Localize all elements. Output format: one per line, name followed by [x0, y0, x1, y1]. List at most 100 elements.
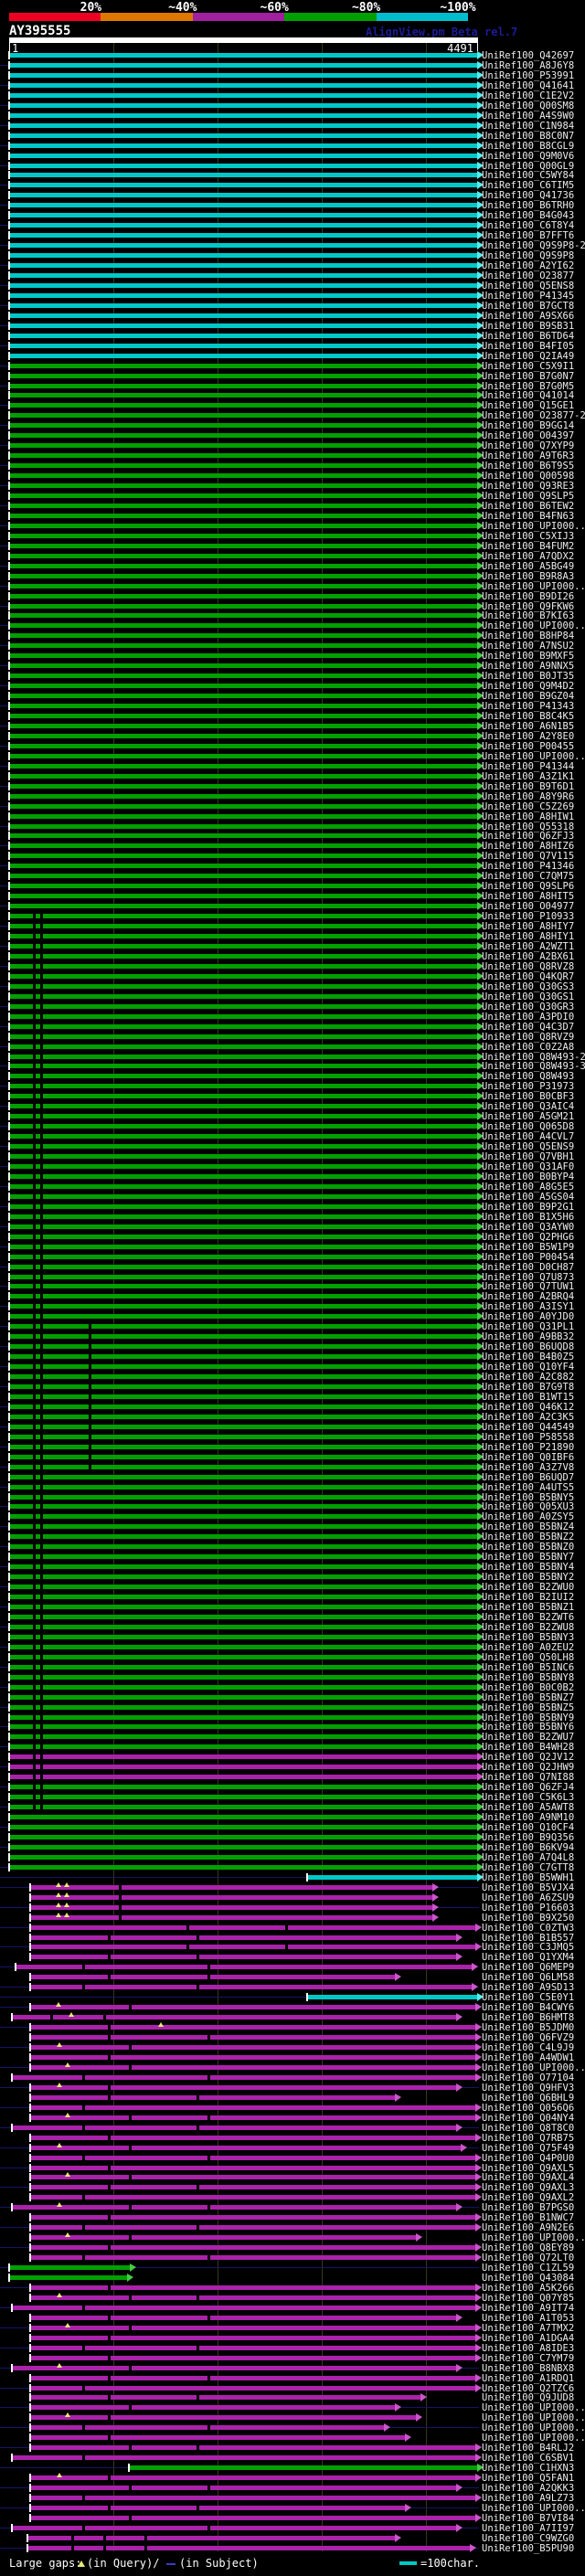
alignment-bar[interactable]	[9, 493, 477, 499]
alignment-bar[interactable]	[9, 833, 477, 839]
alignment-bar[interactable]	[9, 92, 477, 98]
alignment-bar[interactable]	[9, 823, 477, 829]
alignment-bar[interactable]	[9, 383, 477, 388]
alignment-bar[interactable]	[9, 1193, 477, 1199]
alignment-bar[interactable]	[9, 353, 477, 358]
alignment-bar[interactable]	[9, 72, 477, 78]
alignment-bar[interactable]	[9, 193, 477, 198]
alignment-bar[interactable]	[9, 1534, 477, 1540]
alignment-bar[interactable]	[29, 2155, 475, 2160]
alignment-bar[interactable]	[9, 853, 477, 859]
subject-label[interactable]: UniRef100_C5X9I1	[482, 361, 574, 372]
alignment-bar[interactable]	[9, 943, 477, 949]
alignment-bar[interactable]	[29, 2135, 475, 2140]
alignment-bar[interactable]	[29, 1914, 432, 1920]
alignment-bar[interactable]	[9, 1434, 477, 1439]
subject-label[interactable]: UniRef100_A3Z7V8	[482, 1462, 574, 1473]
alignment-bar[interactable]	[9, 1023, 477, 1029]
subject-label[interactable]: UniRef100_A1RDQ1	[482, 2373, 574, 2384]
alignment-bar[interactable]	[9, 1714, 477, 1720]
alignment-bar[interactable]	[9, 1124, 477, 1129]
alignment-bar[interactable]	[9, 1364, 477, 1370]
alignment-bar[interactable]	[9, 1765, 477, 1770]
alignment-bar[interactable]	[9, 1734, 477, 1740]
alignment-bar[interactable]	[9, 733, 477, 738]
alignment-bar[interactable]	[9, 1805, 477, 1810]
subject-label[interactable]: UniRef100_Q2IA49	[482, 351, 574, 362]
alignment-bar[interactable]	[29, 2335, 475, 2340]
alignment-bar[interactable]	[9, 363, 477, 368]
alignment-bar[interactable]	[9, 973, 477, 979]
alignment-bar[interactable]	[9, 453, 477, 459]
alignment-bar[interactable]	[9, 1294, 477, 1299]
alignment-bar[interactable]	[9, 273, 477, 278]
subject-label[interactable]: UniRef100_B0C0B2	[482, 1682, 574, 1693]
alignment-bar[interactable]	[9, 1064, 477, 1069]
alignment-bar[interactable]	[9, 684, 477, 689]
alignment-bar[interactable]	[9, 1374, 477, 1380]
alignment-bar[interactable]	[9, 623, 477, 629]
subject-label[interactable]: UniRef100_C7YM79	[482, 2353, 574, 2364]
alignment-bar[interactable]	[9, 583, 477, 588]
alignment-bar[interactable]	[9, 1474, 477, 1479]
alignment-bar[interactable]	[9, 963, 477, 969]
alignment-bar[interactable]	[9, 894, 477, 899]
alignment-bar[interactable]	[9, 1684, 477, 1690]
alignment-bar[interactable]	[9, 233, 477, 239]
alignment-bar[interactable]	[9, 1815, 477, 1820]
alignment-bar[interactable]	[9, 783, 477, 789]
subject-label[interactable]: UniRef100_B5BNZ7	[482, 1692, 574, 1703]
alignment-bar[interactable]	[9, 473, 477, 479]
alignment-bar[interactable]	[9, 1864, 477, 1870]
alignment-bar[interactable]	[9, 1164, 477, 1169]
subject-label[interactable]: UniRef100_B9DI26	[482, 591, 574, 602]
alignment-bar[interactable]	[29, 1884, 432, 1890]
alignment-bar[interactable]	[9, 1624, 477, 1629]
alignment-bar[interactable]	[9, 983, 477, 989]
alignment-bar[interactable]	[9, 1114, 477, 1119]
alignment-bar[interactable]	[9, 1454, 477, 1459]
alignment-bar[interactable]	[29, 2145, 461, 2150]
alignment-bar[interactable]	[9, 1084, 477, 1089]
alignment-bar[interactable]	[9, 1384, 477, 1389]
alignment-bar[interactable]	[9, 1334, 477, 1340]
alignment-bar[interactable]	[9, 704, 477, 709]
alignment-bar[interactable]	[307, 1995, 477, 2000]
alignment-bar[interactable]	[29, 2355, 475, 2360]
alignment-bar[interactable]	[9, 924, 477, 929]
alignment-bar[interactable]	[29, 2415, 416, 2421]
alignment-bar[interactable]	[9, 714, 477, 719]
alignment-bar[interactable]	[9, 874, 477, 879]
alignment-bar[interactable]	[29, 2395, 421, 2401]
alignment-bar[interactable]	[9, 763, 477, 769]
alignment-bar[interactable]	[9, 282, 477, 288]
alignment-bar[interactable]	[9, 533, 477, 538]
alignment-bar[interactable]	[29, 1945, 475, 1950]
alignment-bar[interactable]	[29, 2315, 457, 2320]
alignment-bar[interactable]	[9, 112, 477, 118]
subject-label[interactable]: UniRef100_Q75F49	[482, 2143, 574, 2154]
subject-label[interactable]: UniRef100_B9R8A3	[482, 571, 574, 582]
alignment-bar[interactable]	[9, 803, 477, 809]
alignment-bar[interactable]	[29, 2405, 395, 2411]
alignment-bar[interactable]	[9, 673, 477, 679]
alignment-bar[interactable]	[9, 1484, 477, 1489]
alignment-bar[interactable]	[29, 1894, 432, 1900]
alignment-bar[interactable]	[9, 263, 477, 269]
alignment-bar[interactable]	[9, 1585, 477, 1590]
alignment-bar[interactable]	[9, 1724, 477, 1730]
alignment-bar[interactable]	[9, 173, 477, 178]
alignment-bar[interactable]	[9, 613, 477, 619]
alignment-bar[interactable]	[9, 643, 477, 649]
alignment-bar[interactable]	[9, 1654, 477, 1659]
alignment-bar[interactable]	[9, 603, 477, 609]
alignment-bar[interactable]	[9, 2265, 131, 2271]
subject-label[interactable]: UniRef100_A8Y9R6	[482, 791, 574, 802]
alignment-bar[interactable]	[29, 1924, 475, 1930]
alignment-bar[interactable]	[29, 2175, 475, 2180]
alignment-bar[interactable]	[9, 1284, 477, 1289]
alignment-bar[interactable]	[9, 543, 477, 548]
alignment-bar[interactable]	[9, 1834, 477, 1839]
alignment-bar[interactable]	[9, 122, 477, 128]
alignment-bar[interactable]	[9, 1595, 477, 1600]
